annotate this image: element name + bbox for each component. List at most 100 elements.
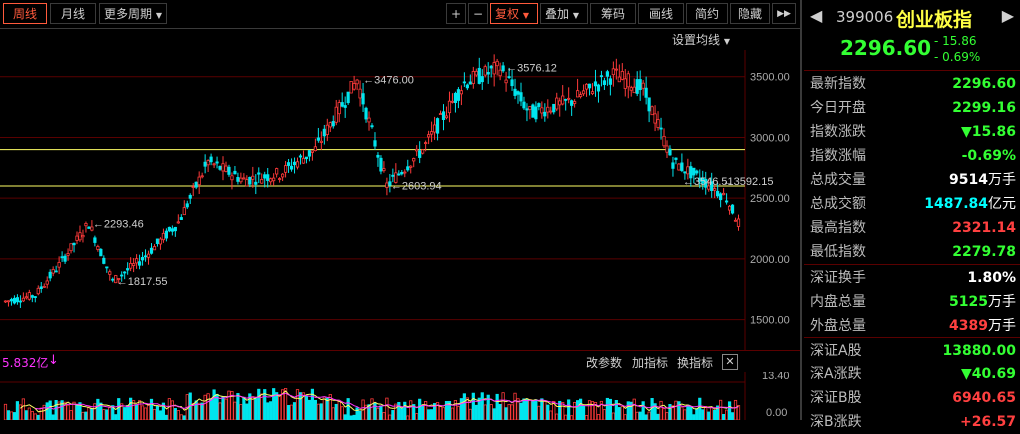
volume-bar	[733, 399, 738, 421]
quote-row-label: 总成交量	[810, 172, 866, 188]
volume-bar	[84, 411, 88, 421]
brief-button[interactable]: 简约	[686, 3, 728, 24]
candle-body	[51, 269, 55, 274]
volume-bar	[212, 389, 216, 421]
prev-arrow-icon[interactable]: ◀	[810, 6, 822, 25]
ma-setting-dropdown[interactable]: 设置均线 ▼	[672, 31, 730, 48]
period-month-button[interactable]: 月线	[50, 3, 96, 24]
candle-body	[340, 102, 344, 107]
candle-body	[272, 177, 276, 182]
volume-bar	[260, 393, 264, 421]
add-indicator-button[interactable]: 加指标	[632, 354, 668, 371]
volume-bar	[555, 413, 559, 421]
overlay-dropdown[interactable]: 叠加 ▼	[540, 3, 588, 24]
quote-row: 最低指数 2279.78	[810, 240, 1016, 264]
quote-row-number: 9514	[949, 172, 988, 188]
candle-body	[730, 204, 735, 214]
candle-body	[292, 161, 297, 166]
chevron-down-icon: ▼	[155, 11, 162, 20]
candle-body	[69, 243, 73, 252]
candle-body	[54, 270, 58, 273]
candle-body	[528, 106, 532, 110]
candle-body	[549, 110, 553, 113]
price-annotation: ←3592.15	[723, 176, 774, 188]
candle-body	[608, 78, 612, 85]
quote-row-number: 6940.65	[952, 390, 1016, 406]
candle-body	[659, 127, 663, 130]
candle-body	[733, 219, 738, 222]
volume-bar	[543, 400, 547, 421]
chevron-down-icon: ▼	[572, 11, 579, 20]
candle-body	[15, 297, 20, 303]
candle-body	[176, 221, 180, 224]
candle-body	[626, 73, 630, 88]
volume-bar	[266, 402, 270, 421]
volume-bar	[730, 412, 735, 421]
volume-bar	[683, 409, 687, 421]
volume-bar	[525, 398, 529, 421]
candle-body	[319, 140, 323, 143]
volume-bar	[129, 397, 133, 421]
candle-body	[45, 280, 49, 285]
candle-body	[325, 124, 329, 135]
quote-row-label: 深证A股	[810, 343, 862, 359]
chips-button[interactable]: 筹码	[590, 3, 636, 24]
candle-body	[623, 78, 627, 89]
quote-row-value: 5125万手	[949, 290, 1016, 314]
candle-body	[665, 145, 669, 153]
zoom-out-button[interactable]: −	[468, 3, 488, 24]
volume-bar	[155, 405, 160, 421]
quote-row: 深B涨跌 +26.57	[810, 410, 1016, 434]
zoom-in-button[interactable]: +	[446, 3, 466, 24]
switch-indicator-button[interactable]: 换指标	[677, 354, 713, 371]
period-more-dropdown[interactable]: 更多周期 ▼	[99, 3, 167, 24]
candle-body	[567, 97, 571, 100]
volume-bar	[382, 412, 386, 421]
volume-bar	[456, 406, 461, 421]
volume-chart[interactable]: 13.40 0.00	[0, 370, 800, 421]
volume-bar	[605, 397, 610, 421]
candle-body	[444, 115, 449, 119]
volume-bar	[418, 398, 422, 421]
volume-bar	[176, 410, 180, 421]
volume-bar	[489, 404, 493, 421]
volume-bar	[698, 397, 702, 421]
adjust-dropdown[interactable]: 复权 ▼	[490, 3, 538, 24]
candle-body	[727, 205, 732, 211]
volume-bar	[24, 410, 28, 421]
volume-bar	[81, 411, 85, 421]
candle-body	[298, 155, 303, 158]
candle-body	[578, 94, 583, 98]
modify-params-button[interactable]: 改参数	[586, 354, 622, 371]
close-icon[interactable]: ✕	[722, 354, 738, 370]
candle-body	[364, 107, 368, 120]
next-arrow-icon[interactable]: ▶	[1002, 6, 1014, 25]
volume-bar	[275, 392, 279, 421]
hide-button[interactable]: 隐藏	[730, 3, 770, 24]
volume-bar	[578, 398, 583, 421]
price-annotation: ←3476.00	[363, 75, 414, 87]
volume-bar	[45, 402, 49, 421]
period-week-button[interactable]: 周线	[3, 3, 47, 24]
candle-body	[6, 300, 11, 303]
overlay-label: 叠加	[545, 7, 570, 21]
candle-body	[361, 93, 365, 105]
candlestick-svg: 3500.00 3000.00 2500.00 2000.00 1500.00 ←3476…	[0, 50, 790, 350]
draw-line-button[interactable]: 画线	[638, 3, 684, 24]
quote-row-number: -0.69%	[961, 148, 1016, 164]
divider	[804, 337, 1020, 338]
expand-right-icon[interactable]: ▶▶	[772, 3, 796, 24]
candle-body	[391, 174, 395, 177]
volume-bar	[549, 410, 553, 421]
volume-bar	[346, 398, 350, 421]
candle-body	[573, 101, 577, 104]
candle-body	[555, 97, 559, 110]
volume-bar	[584, 414, 589, 421]
quote-panel: ◀ ▶ 399006 创业板指 2296.60 - 15.86 - 0.69% …	[800, 0, 1020, 430]
volume-bar	[406, 415, 410, 421]
candlestick-chart[interactable]: 3500.00 3000.00 2500.00 2000.00 1500.00 ←3476…	[0, 50, 800, 350]
volume-bar	[492, 408, 496, 421]
candle-body	[322, 128, 326, 137]
candle-body	[450, 100, 455, 103]
volume-bar	[254, 398, 258, 421]
